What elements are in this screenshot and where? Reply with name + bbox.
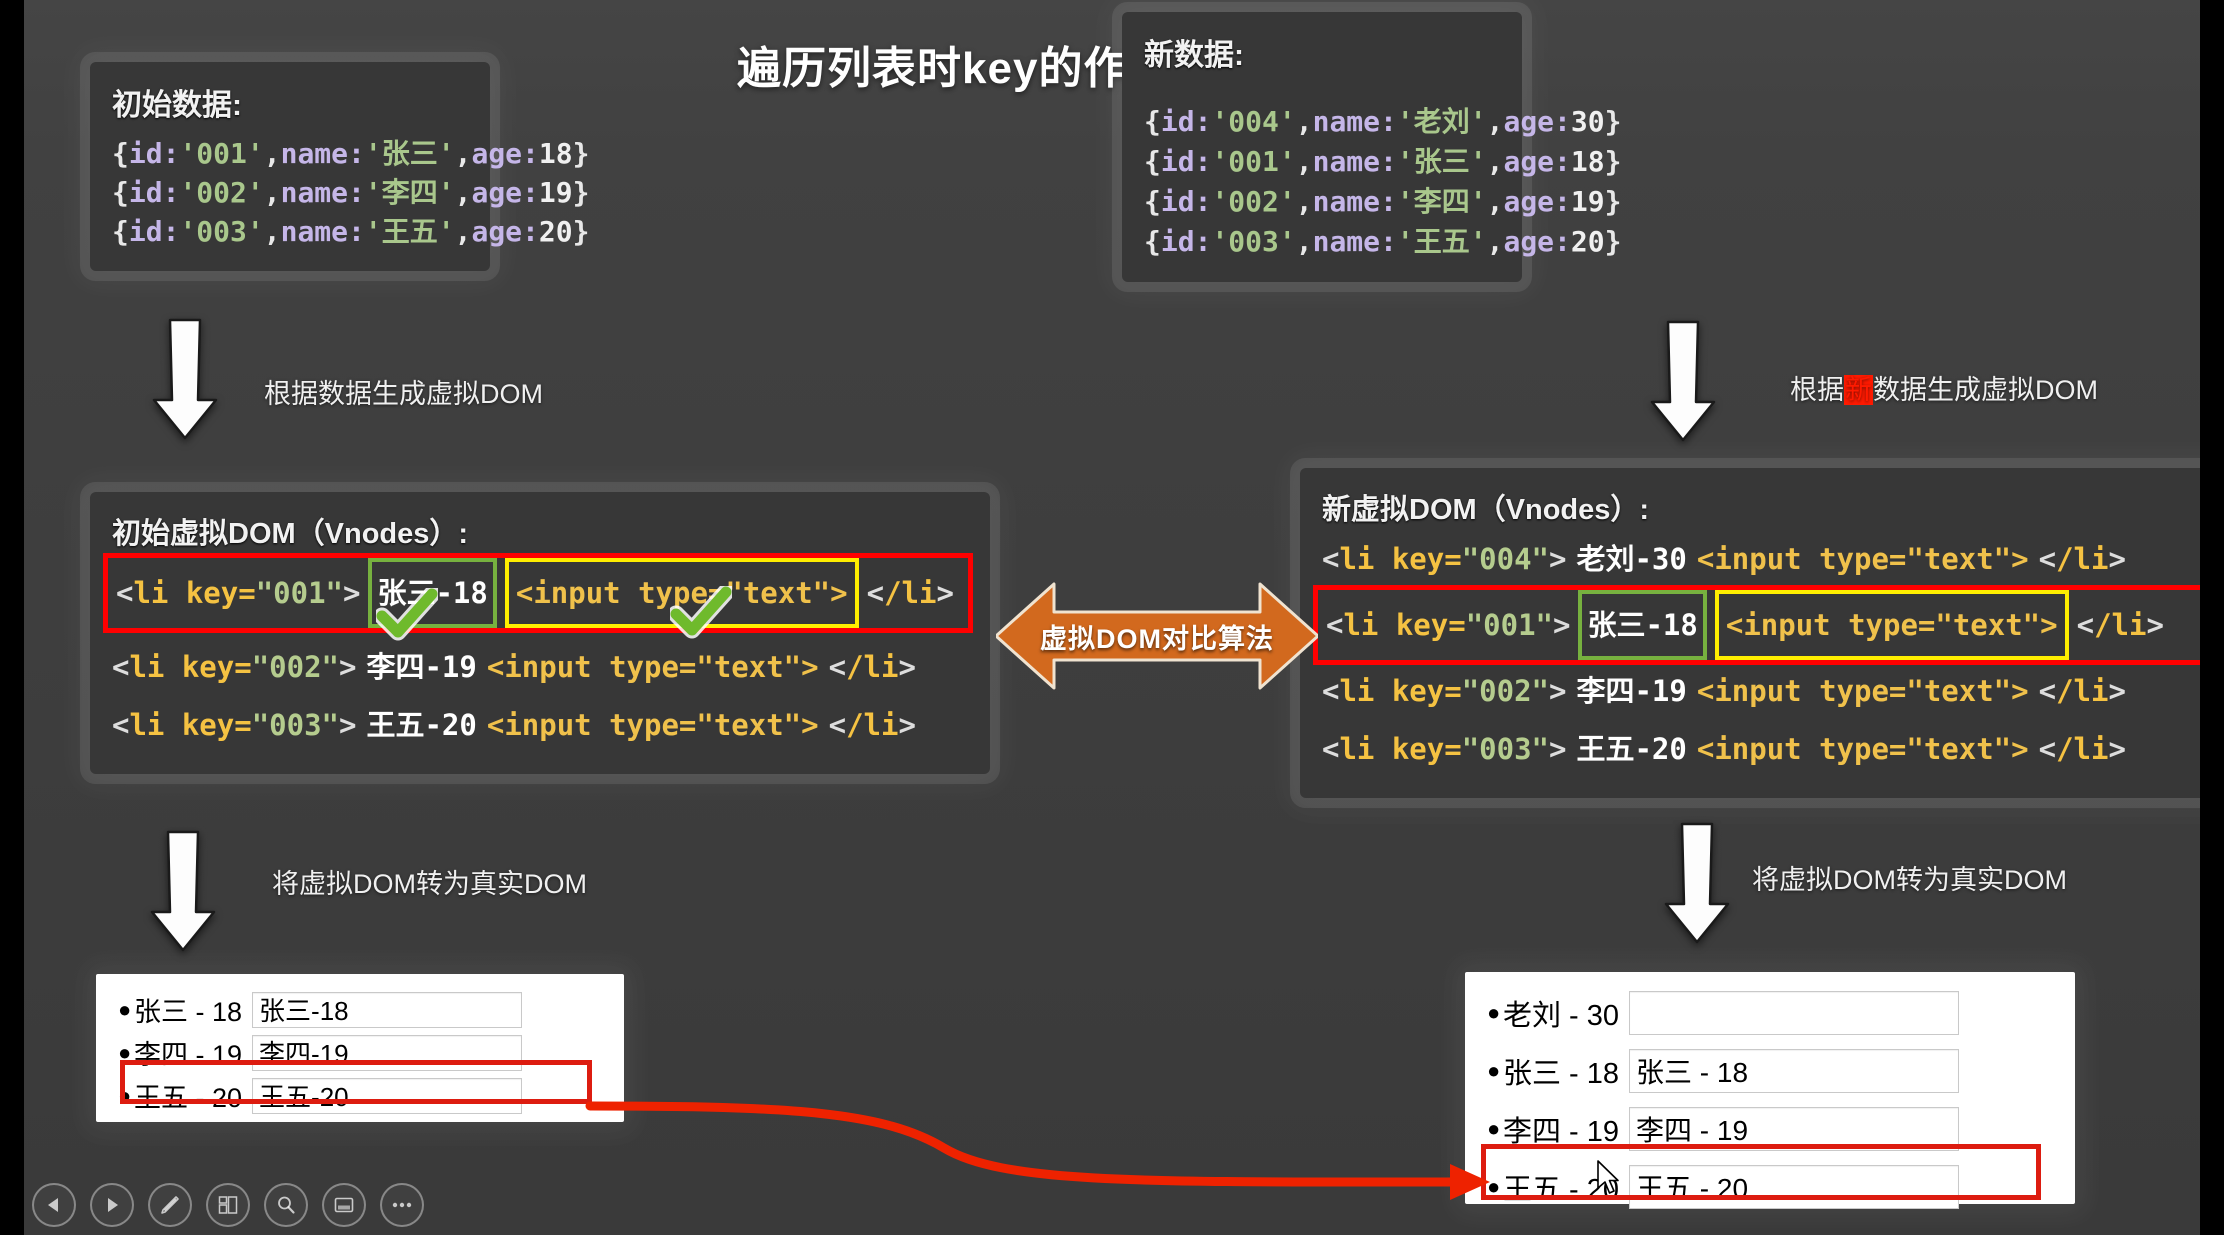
next-icon[interactable] — [90, 1183, 134, 1227]
list-item-label: 张三 - 18 — [1503, 1058, 1620, 1090]
prev-icon[interactable] — [32, 1183, 76, 1227]
vdom-line: < li key= "003" > 王五-20 <input type="text">… — [1322, 732, 2126, 766]
initial-vdom-panel: 初始虚拟DOM（Vnodes）: < li key= "001" > 张三-18 <i… — [90, 492, 990, 774]
list-item: ● 李四 - 19 李四-19 — [96, 1031, 624, 1074]
gen-vdom-right-label: 根据新数据生成虚拟DOM — [1790, 368, 2098, 407]
text-input[interactable]: 李四-19 — [252, 1034, 523, 1071]
initial-vdom-title: 初始虚拟DOM（Vnodes）: — [112, 518, 469, 550]
letterbox-left — [0, 0, 24, 1235]
vdom-name-highlight: 张三-18 — [368, 558, 497, 628]
new-vdom-panel: 新虚拟DOM（Vnodes）: < li key= "004" > 老刘-30 <in… — [1300, 468, 2200, 798]
slides-icon[interactable] — [206, 1183, 250, 1227]
to-real-right-label: 将虚拟DOM转为真实DOM — [1752, 865, 2067, 895]
label-post: 数据生成虚拟DOM — [1873, 375, 2098, 405]
new-real-dom-panel: ● 老刘 - 30 ● 张三 - 18 张三 - 18 ● 李四 - 19 李四… — [1465, 972, 2075, 1209]
data-row: {id:'004',name:'老刘',age:30} — [1144, 105, 1622, 138]
data-row: {id:'003',name:'王五',age:20} — [1144, 225, 1622, 258]
presentation-toolbar — [32, 1183, 424, 1227]
text-input[interactable]: 王五 - 20 — [1629, 1165, 1960, 1209]
list-item-label: 李四 - 19 — [134, 1040, 243, 1070]
data-row: {id:'003',name:'王五',age:20} — [112, 215, 590, 248]
new-data-title: 新数据: — [1144, 39, 1244, 72]
list-item-label: 张三 - 18 — [134, 997, 243, 1027]
new-vdom-title: 新虚拟DOM（Vnodes）: — [1322, 494, 1650, 526]
mouse-cursor-icon — [1597, 1160, 1619, 1194]
list-item-label: 老刘 - 30 — [1503, 1000, 1620, 1032]
vdom-line-highlighted: < li key= "001" > 张三-18 <input type="text">… — [103, 553, 973, 633]
letterbox-right — [2200, 0, 2224, 1235]
down-arrow-icon — [152, 318, 218, 440]
list-item: ● 王五 - 20 王五-20 — [96, 1074, 624, 1117]
list-item-label: 李四 - 19 — [1503, 1116, 1620, 1148]
initial-data-rows: {id:'001',name:'张三',age:18} {id:'002',na… — [112, 134, 590, 251]
text-input[interactable]: 李四 - 19 — [1629, 1107, 1960, 1151]
text-input[interactable]: 王五-20 — [252, 1077, 523, 1114]
initial-data-panel: 初始数据: {id:'001',name:'张三',age:18} {id:'0… — [90, 62, 590, 271]
vdom-line-highlighted: < li key= "001" > 张三-18 <input type="text">… — [1313, 585, 2200, 665]
text-input[interactable]: 张三 - 18 — [1629, 1049, 1960, 1093]
bullet-icon: ● — [118, 1039, 132, 1065]
text-input[interactable] — [1629, 991, 1960, 1035]
pen-icon[interactable] — [148, 1183, 192, 1227]
vdom-line: < li key= "002" > 李四-19 <input type="text">… — [1322, 674, 2126, 708]
new-data-panel: 新数据: {id:'004',name:'老刘',age:30} {id:'00… — [1122, 12, 1622, 282]
data-row: {id:'002',name:'李四',age:19} — [112, 176, 590, 209]
vdom-line: < li key= "004" > 老刘-30 <input type="text">… — [1322, 542, 2126, 576]
down-arrow-icon — [1650, 320, 1716, 442]
list-item: ● 张三 - 18 张三 - 18 — [1465, 1042, 2075, 1100]
bullet-icon: ● — [118, 996, 132, 1022]
bullet-icon: ● — [1487, 1116, 1501, 1141]
gen-vdom-left-label: 根据数据生成虚拟DOM — [264, 379, 543, 409]
initial-real-dom-panel: ● 张三 - 18 张三-18 ● 李四 - 19 李四-19 ● 王五 - 2… — [96, 974, 624, 1122]
connector-arrow-icon — [585, 1101, 1490, 1200]
to-real-left-label: 将虚拟DOM转为真实DOM — [272, 869, 587, 899]
bullet-icon: ● — [1487, 1174, 1501, 1199]
list-item: ● 王五 - 20 王五 - 20 — [1465, 1158, 2075, 1216]
data-row: {id:'001',name:'张三',age:18} — [112, 137, 590, 170]
data-row: {id:'001',name:'张三',age:18} — [1144, 145, 1622, 178]
list-item: ● 老刘 - 30 — [1465, 984, 2075, 1042]
bullet-icon: ● — [1487, 1058, 1501, 1083]
slide-canvas: 遍历列表时key的作用（id作为key） 初始数据: {id:'001',nam… — [24, 0, 2200, 1235]
vdom-line: < li key= "003" > 王五-20 <input type="text">… — [112, 708, 916, 742]
list-item: ● 李四 - 19 李四 - 19 — [1465, 1100, 2075, 1158]
list-item: ● 张三 - 18 张三-18 — [96, 988, 624, 1031]
slide-stage: 遍历列表时key的作用（id作为key） 初始数据: {id:'001',nam… — [0, 0, 2224, 1235]
down-arrow-icon — [150, 830, 216, 952]
bullet-icon: ● — [118, 1082, 132, 1108]
new-data-rows: {id:'004',name:'老刘',age:30} {id:'001',na… — [1144, 102, 1622, 262]
data-row: {id:'002',name:'李四',age:19} — [1144, 185, 1622, 218]
label-highlight: 新 — [1844, 375, 1873, 405]
search-icon[interactable] — [264, 1183, 308, 1227]
list-item-label: 王五 - 20 — [134, 1083, 243, 1113]
bullet-icon: ● — [1487, 1000, 1501, 1025]
vdom-input-highlight: <input type="text"> — [504, 558, 859, 628]
initial-data-title: 初始数据: — [112, 89, 242, 122]
diff-algorithm-arrow: 虚拟DOM对比算法 — [996, 576, 1318, 696]
vdom-name-highlight: 张三-18 — [1578, 590, 1707, 660]
label-pre: 根据 — [1790, 375, 1844, 405]
presenter-icon[interactable] — [322, 1183, 366, 1227]
more-icon[interactable] — [380, 1183, 424, 1227]
vdom-input-highlight: <input type="text"> — [1714, 590, 2069, 660]
down-arrow-icon — [1664, 822, 1730, 944]
text-input[interactable]: 张三-18 — [252, 991, 523, 1028]
vdom-line: < li key= "002" > 李四-19 <input type="text">… — [112, 650, 916, 684]
diff-algorithm-label: 虚拟DOM对比算法 — [1040, 623, 1274, 654]
